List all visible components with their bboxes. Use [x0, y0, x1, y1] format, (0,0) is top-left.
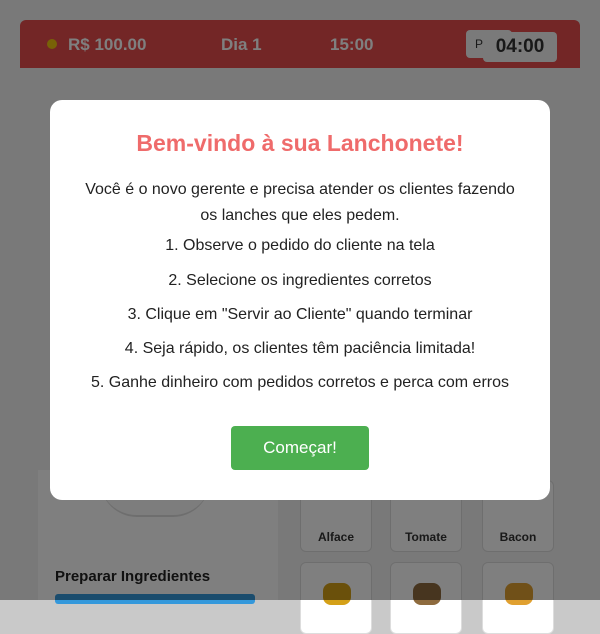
start-button[interactable]: Começar!: [231, 426, 369, 470]
instruction-step: 5. Ganhe dinheiro com pedidos corretos e…: [91, 374, 509, 391]
modal-title: Bem-vindo à sua Lanchonete!: [136, 130, 464, 156]
welcome-modal: Bem-vindo à sua Lanchonete! Você é o nov…: [50, 100, 550, 500]
instruction-step: 3. Clique em "Servir ao Cliente" quando …: [127, 306, 473, 323]
instruction-step: 1. Observe o pedido do cliente na tela: [165, 237, 435, 254]
instruction-step: 2. Selecione os ingredientes corretos: [168, 272, 432, 289]
modal-intro: Você é o novo gerente e precisa atender …: [85, 181, 515, 224]
instruction-step: 4. Seja rápido, os clientes têm paciênci…: [124, 340, 476, 357]
